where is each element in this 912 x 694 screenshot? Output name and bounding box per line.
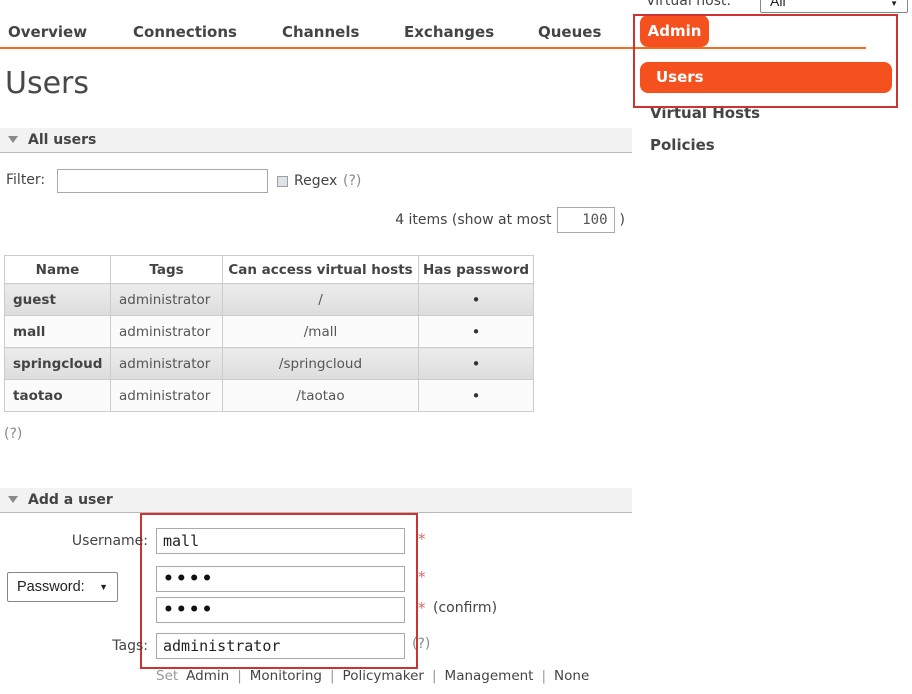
confirm-label: (confirm) [433, 600, 497, 616]
user-vhosts: /mall [223, 316, 419, 348]
nav-tab-overview[interactable]: Overview [8, 23, 87, 41]
user-name-link[interactable]: guest [5, 284, 111, 316]
show-at-most-input[interactable] [557, 207, 615, 233]
username-input[interactable] [156, 528, 405, 554]
collapse-triangle-icon [8, 496, 18, 503]
separator: | [330, 668, 335, 684]
virtual-host-label: Virtual host: [646, 0, 731, 9]
section-header-all-users[interactable]: All users [0, 128, 632, 153]
username-label: Username: [0, 533, 148, 549]
nav-tab-exchanges[interactable]: Exchanges [404, 23, 494, 41]
user-tags: administrator [111, 284, 223, 316]
items-summary-text: 4 items (show at most [395, 212, 551, 228]
nav-tab-queues[interactable]: Queues [538, 23, 601, 41]
user-name-link[interactable]: taotao [5, 380, 111, 412]
user-tags: administrator [111, 348, 223, 380]
items-summary-row: 4 items (show at most ) [0, 207, 625, 233]
user-vhosts: /taotao [223, 380, 419, 412]
table-row: taotao administrator /taotao • [5, 380, 534, 412]
column-header-tags: Tags [111, 256, 223, 284]
sidebar-item-users[interactable]: Users [640, 62, 892, 93]
user-name-link[interactable]: mall [5, 316, 111, 348]
chevron-down-icon: ▼ [890, 0, 898, 8]
regex-checkbox[interactable] [277, 176, 288, 187]
filter-input[interactable] [57, 169, 268, 193]
nav-tab-connections[interactable]: Connections [133, 23, 237, 41]
virtual-host-select[interactable]: All ▼ [760, 0, 908, 13]
user-name-link[interactable]: springcloud [5, 348, 111, 380]
tag-option-policymaker[interactable]: Policymaker [343, 668, 424, 684]
separator: | [432, 668, 437, 684]
tags-help-link[interactable]: (?) [412, 636, 430, 652]
tags-input[interactable] [156, 633, 405, 659]
tag-option-management[interactable]: Management [445, 668, 534, 684]
rabbitmq-users-page: Virtual host: All ▼ Overview Connections… [0, 0, 912, 694]
collapse-triangle-icon [8, 136, 18, 143]
separator: | [237, 668, 242, 684]
user-tags: administrator [111, 380, 223, 412]
user-tags: administrator [111, 316, 223, 348]
password-confirm-input[interactable] [156, 597, 405, 623]
virtual-host-value: All [770, 0, 786, 9]
tag-option-none[interactable]: None [554, 668, 589, 684]
sidebar-item-virtual-hosts[interactable]: Virtual Hosts [650, 104, 760, 122]
nav-tab-admin[interactable]: Admin [640, 15, 709, 47]
section-add-user-label: Add a user [28, 492, 113, 508]
nav-underline [0, 47, 866, 49]
table-header-row: Name Tags Can access virtual hosts Has p… [5, 256, 534, 284]
filter-label: Filter: [6, 172, 45, 188]
required-marker: * [418, 530, 426, 548]
user-vhosts: /springcloud [223, 348, 419, 380]
user-vhosts: / [223, 284, 419, 316]
set-label: Set [156, 668, 178, 684]
sidebar-item-policies[interactable]: Policies [650, 136, 715, 154]
set-tags-row: Set Admin | Monitoring | Policymaker | M… [156, 668, 589, 684]
password-input[interactable] [156, 566, 405, 592]
table-row: guest administrator / • [5, 284, 534, 316]
separator: | [541, 668, 546, 684]
chevron-down-icon: ▼ [99, 582, 108, 592]
tags-label: Tags: [0, 638, 148, 654]
tag-option-monitoring[interactable]: Monitoring [250, 668, 322, 684]
section-all-users-label: All users [28, 132, 96, 148]
table-row: springcloud administrator /springcloud • [5, 348, 534, 380]
has-password-dot: • [419, 348, 534, 380]
column-header-haspassword: Has password [419, 256, 534, 284]
table-row: mall administrator /mall • [5, 316, 534, 348]
page-title: Users [5, 66, 89, 101]
regex-help-link[interactable]: (?) [343, 173, 361, 189]
password-type-select[interactable]: Password: ▼ [7, 572, 118, 602]
table-help-link[interactable]: (?) [4, 426, 22, 442]
has-password-dot: • [419, 316, 534, 348]
items-summary-close: ) [620, 212, 625, 228]
column-header-name: Name [5, 256, 111, 284]
required-marker: * [418, 599, 426, 617]
required-marker: * [418, 568, 426, 586]
has-password-dot: • [419, 284, 534, 316]
users-table: Name Tags Can access virtual hosts Has p… [4, 255, 534, 412]
nav-tab-channels[interactable]: Channels [282, 23, 359, 41]
password-type-value: Password: [17, 579, 85, 595]
section-header-add-user[interactable]: Add a user [0, 488, 632, 513]
has-password-dot: • [419, 380, 534, 412]
regex-label: Regex [294, 173, 337, 189]
column-header-vhosts: Can access virtual hosts [223, 256, 419, 284]
tag-option-admin[interactable]: Admin [186, 668, 229, 684]
